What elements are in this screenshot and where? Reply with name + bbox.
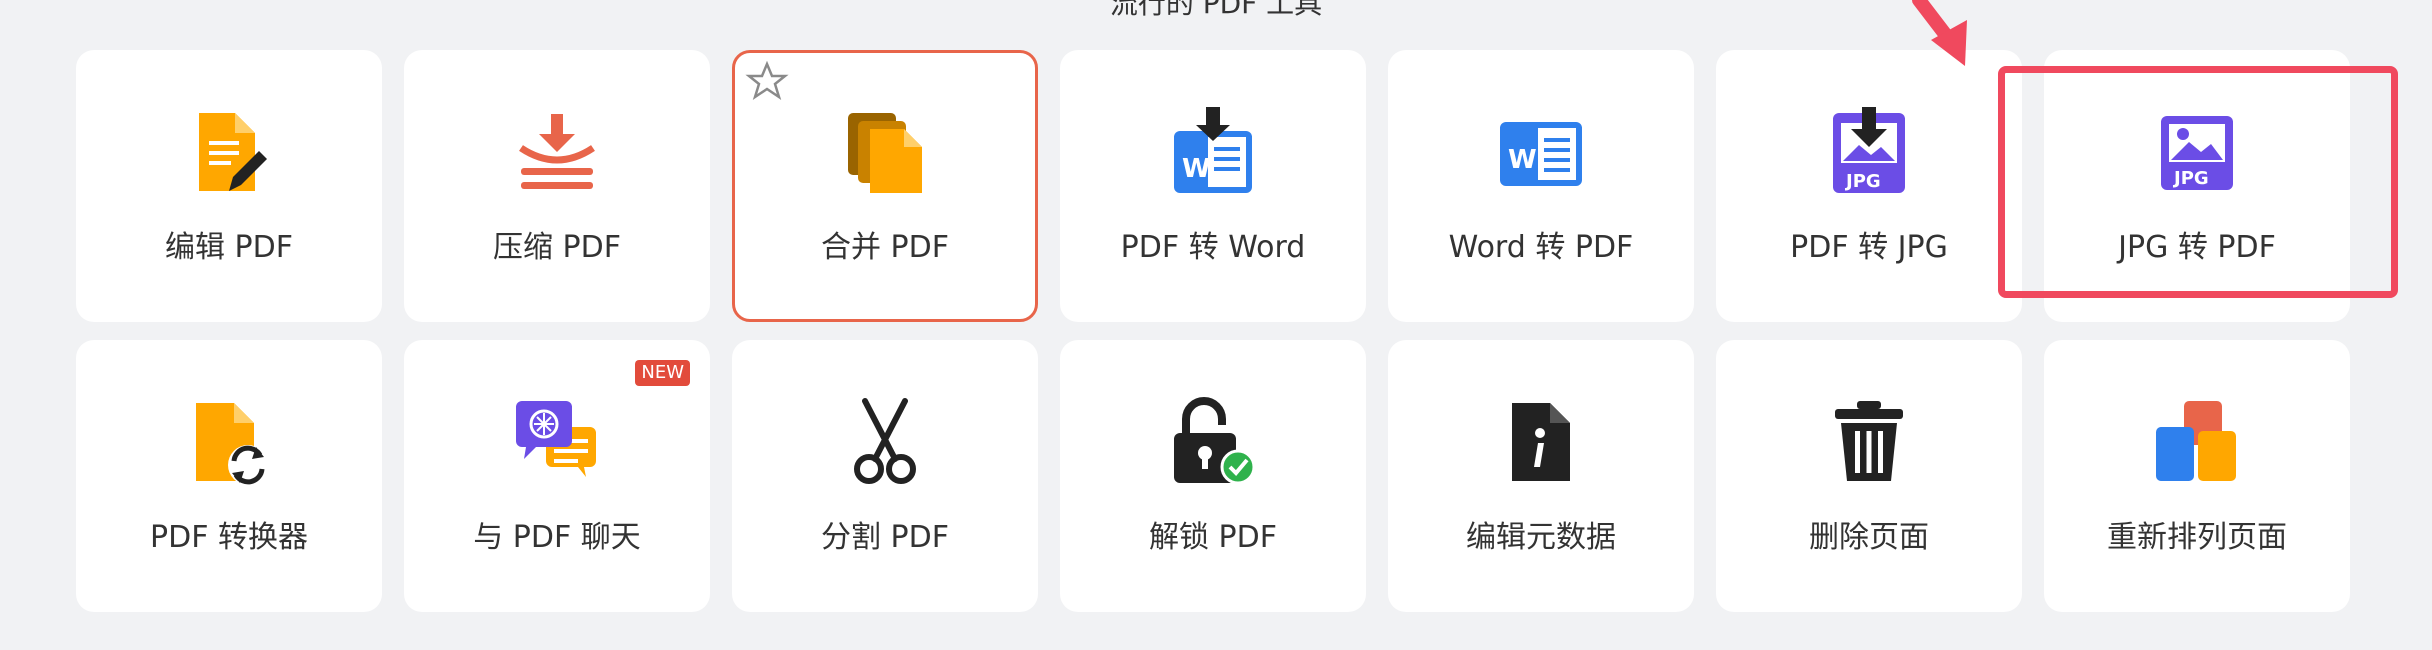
tool-card-delete-pages[interactable]: 删除页面 (1716, 340, 2022, 612)
merge-documents-icon (835, 102, 935, 202)
pdf-tools-page: 流行的 PDF 工具 编辑 PDF 压缩 PDF 合并 PDF W PDF 转 … (0, 0, 2432, 650)
tool-card-edit-pdf[interactable]: 编辑 PDF (76, 50, 382, 322)
tool-label: 与 PDF 聊天 (473, 520, 641, 555)
tool-label: 解锁 PDF (1149, 520, 1277, 555)
tool-label: JPG 转 PDF (2118, 230, 2276, 265)
convert-document-icon (179, 392, 279, 492)
pdf-to-word-icon: W (1163, 102, 1263, 202)
tool-label: 压缩 PDF (493, 230, 621, 265)
edit-document-icon (179, 102, 279, 202)
trash-icon (1819, 392, 1919, 492)
pdf-to-jpg-icon: JPG (1819, 102, 1919, 202)
svg-text:W: W (1508, 145, 1537, 175)
tool-card-pdf-converter[interactable]: PDF 转换器 (76, 340, 382, 612)
tool-label: 编辑元数据 (1466, 520, 1616, 555)
tool-card-merge-pdf[interactable]: 合并 PDF (732, 50, 1038, 322)
pointer-arrow-icon (1912, 0, 1967, 66)
tool-label: 合并 PDF (821, 230, 949, 265)
tool-label: 删除页面 (1809, 520, 1929, 555)
svg-text:JPG: JPG (2172, 168, 2209, 189)
tool-label: Word 转 PDF (1448, 230, 1634, 265)
section-title: 流行的 PDF 工具 (1109, 0, 1323, 20)
tool-card-compress-pdf[interactable]: 压缩 PDF (404, 50, 710, 322)
tool-card-word-to-pdf[interactable]: W Word 转 PDF (1388, 50, 1694, 322)
new-badge: NEW (635, 360, 690, 386)
tool-label: 重新排列页面 (2107, 520, 2287, 555)
tool-label: PDF 转 JPG (1790, 230, 1948, 265)
tool-card-unlock-pdf[interactable]: 解锁 PDF (1060, 340, 1366, 612)
compress-icon (507, 102, 607, 202)
tool-card-rearrange-pages[interactable]: 重新排列页面 (2044, 340, 2350, 612)
word-document-icon: W (1491, 102, 1591, 202)
tool-card-pdf-to-jpg[interactable]: JPG PDF 转 JPG (1716, 50, 2022, 322)
scissors-icon (835, 392, 935, 492)
tool-label: 分割 PDF (821, 520, 949, 555)
ai-chat-icon (507, 392, 607, 492)
tool-card-edit-metadata[interactable]: 编辑元数据 (1388, 340, 1694, 612)
tool-label: PDF 转 Word (1120, 230, 1306, 265)
info-document-icon (1491, 392, 1591, 492)
rearrange-pages-icon (2147, 392, 2247, 492)
tool-card-chat-with-pdf[interactable]: NEW 与 PDF 聊天 (404, 340, 710, 612)
tool-card-pdf-to-word[interactable]: W PDF 转 Word (1060, 50, 1366, 322)
tool-label: PDF 转换器 (150, 520, 308, 555)
unlock-icon (1163, 392, 1263, 492)
svg-text:W: W (1182, 154, 1211, 184)
tool-label: 编辑 PDF (165, 230, 293, 265)
svg-text:JPG: JPG (1844, 171, 1881, 192)
tool-card-jpg-to-pdf[interactable]: JPG JPG 转 PDF (2044, 50, 2350, 322)
star-icon[interactable] (745, 59, 789, 103)
jpg-image-icon: JPG (2147, 102, 2247, 202)
tool-card-split-pdf[interactable]: 分割 PDF (732, 340, 1038, 612)
